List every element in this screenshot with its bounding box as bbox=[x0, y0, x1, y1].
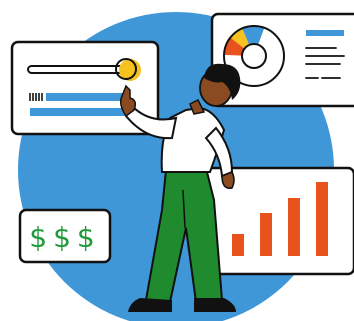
legend-bar-blue bbox=[306, 30, 344, 36]
dollar-card: $$$ bbox=[18, 208, 112, 264]
bar-3 bbox=[288, 198, 300, 256]
donut-hole bbox=[241, 43, 267, 69]
illustration-canvas: $$$ bbox=[10, 12, 354, 321]
progress-bar-1 bbox=[46, 93, 126, 101]
dollar-text: $$$ bbox=[29, 221, 100, 254]
bar-4 bbox=[316, 182, 328, 256]
bar-2 bbox=[260, 213, 272, 256]
bar-1 bbox=[232, 234, 244, 256]
slider-track bbox=[27, 65, 129, 74]
progress-bar-2 bbox=[30, 108, 134, 116]
analytics-illustration: $$$ bbox=[0, 0, 354, 321]
